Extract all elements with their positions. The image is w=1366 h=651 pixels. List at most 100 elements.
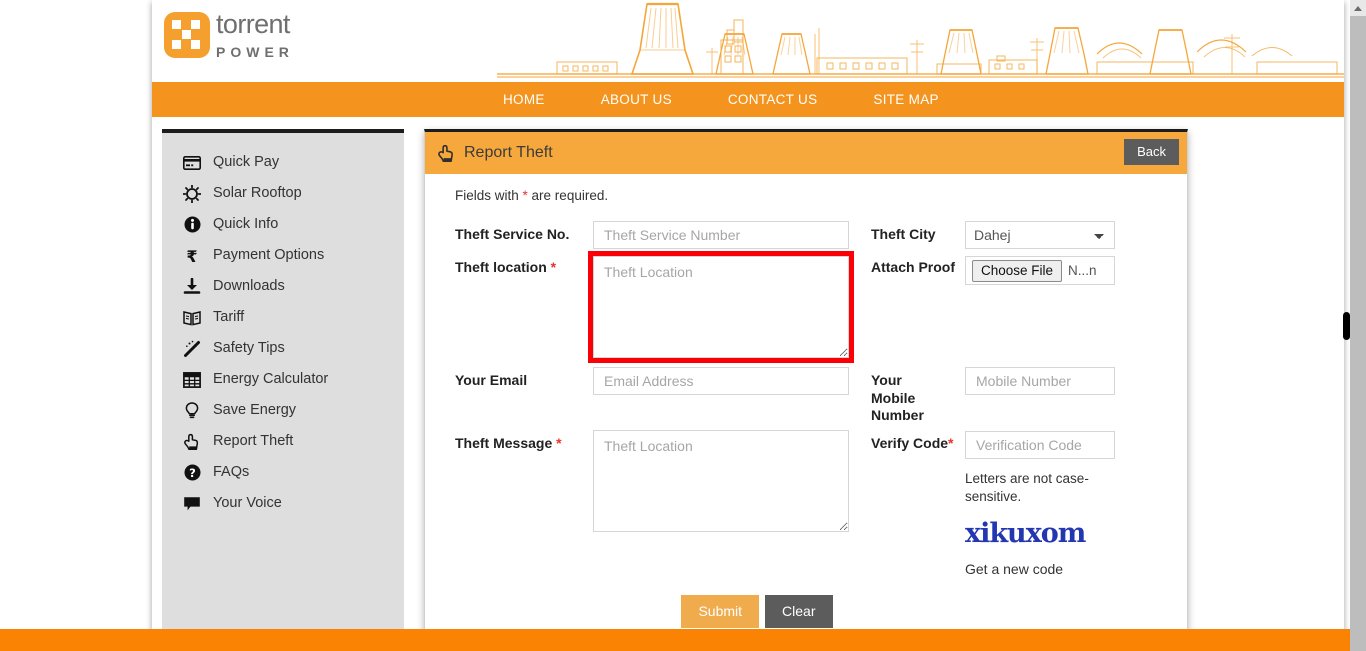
- nav-item-home[interactable]: HOME: [497, 92, 573, 107]
- label-theft-service-no: Theft Service No.: [455, 226, 570, 242]
- main-column: Report Theft Back Fields with * are requ…: [404, 129, 1338, 651]
- credit-card-icon: [182, 153, 202, 173]
- label-theft-location: Theft location *: [433, 249, 593, 363]
- pointing-hand-icon: [437, 144, 456, 163]
- required-star: *: [948, 434, 954, 451]
- label-your-email: Your Email: [455, 372, 528, 388]
- required-star: *: [556, 434, 562, 451]
- sidebar-item-report-theft[interactable]: Report Theft: [162, 426, 404, 457]
- main-navigation: HOME ABOUT US CONTACT US SITE MAP: [152, 82, 1344, 117]
- back-button[interactable]: Back: [1124, 139, 1179, 165]
- sidebar-label: Downloads: [213, 277, 285, 294]
- nav-item-contact-us[interactable]: CONTACT US: [700, 92, 846, 107]
- verify-code-input[interactable]: [965, 430, 1115, 459]
- scroll-up-arrow-icon[interactable]: [1350, 0, 1366, 16]
- sidebar-label: Report Theft: [213, 432, 294, 449]
- sidebar-label: Quick Info: [213, 215, 279, 232]
- power-plant-banner-illustration: [497, 0, 1344, 82]
- sidebar-item-downloads[interactable]: Downloads: [162, 271, 404, 302]
- get-new-code-link[interactable]: Get a new code: [965, 561, 1167, 577]
- nav-item-site-map[interactable]: SITE MAP: [845, 92, 966, 107]
- label-verify-code: Verify Code*: [849, 425, 965, 577]
- clear-button[interactable]: Clear: [765, 594, 833, 628]
- logo-wordmark-primary: torrent: [216, 9, 290, 39]
- form-actions: Submit Clear: [433, 594, 1167, 628]
- sun-icon: [182, 184, 202, 204]
- sidebar-item-faqs[interactable]: ? FAQs: [162, 457, 404, 488]
- table-grid-icon: [182, 370, 202, 390]
- report-theft-panel: Report Theft Back Fields with * are requ…: [424, 129, 1188, 651]
- page-scrollbar[interactable]: [1350, 0, 1366, 651]
- text-cursor-marker: [1343, 312, 1350, 340]
- sidebar-item-energy-calculator[interactable]: Energy Calculator: [162, 364, 404, 395]
- sidebar-label: FAQs: [213, 463, 250, 480]
- report-theft-form: Theft Service No. Theft City Dahej: [433, 219, 1167, 577]
- question-circle-icon: ?: [182, 463, 202, 483]
- sidebar-label: Your Voice: [213, 494, 282, 511]
- your-mobile-number-input[interactable]: [965, 367, 1115, 395]
- site-header: torrent POWER: [152, 0, 1344, 82]
- theft-city-select[interactable]: Dahej: [965, 221, 1115, 249]
- required-note-post: are required.: [527, 188, 609, 203]
- speech-bubble-icon: [182, 494, 202, 514]
- attach-proof-file-input[interactable]: Choose File N...n: [965, 256, 1115, 285]
- required-fields-note: Fields with * are required.: [433, 188, 1167, 203]
- sidebar-item-your-voice[interactable]: Your Voice: [162, 488, 404, 519]
- sidebar-label: Solar Rooftop: [213, 184, 302, 201]
- svg-text:₹: ₹: [186, 247, 197, 265]
- sidebar-item-solar-rooftop[interactable]: Solar Rooftop: [162, 178, 404, 209]
- label-theft-message: Theft Message *: [433, 425, 593, 577]
- required-note-pre: Fields with: [455, 188, 523, 203]
- panel-body: Fields with * are required. Theft Servic…: [425, 174, 1187, 650]
- sidebar-label: Quick Pay: [213, 153, 280, 170]
- browser-viewport: torrent POWER HOME ABOUT US CONTACT US S…: [0, 0, 1366, 651]
- footer-accent-bar: [0, 629, 1366, 651]
- scrollbar-track[interactable]: [1350, 16, 1366, 651]
- sidebar-item-tariff[interactable]: Tariff: [162, 302, 404, 333]
- content-area: Quick Pay Solar Rooftop Quick Info ₹ Pay…: [152, 117, 1344, 651]
- label-attach-proof: Attach Proof: [871, 259, 955, 275]
- theft-service-no-input[interactable]: [593, 221, 849, 249]
- label-text: Theft Message: [455, 434, 557, 451]
- label-text: Verify Code: [871, 434, 949, 451]
- sidebar-label: Safety Tips: [213, 339, 285, 356]
- book-icon: [182, 308, 202, 328]
- lightbulb-icon: [182, 401, 202, 421]
- sidebar-item-quick-pay[interactable]: Quick Pay: [162, 147, 404, 178]
- magic-wand-icon: [182, 339, 202, 359]
- site-logo[interactable]: torrent POWER: [164, 11, 294, 59]
- nav-item-about-us[interactable]: ABOUT US: [573, 92, 700, 107]
- your-email-input[interactable]: [593, 367, 849, 395]
- sidebar-label: Payment Options: [213, 246, 325, 263]
- logo-wordmark-secondary: POWER: [216, 44, 294, 60]
- page-title: Report Theft: [464, 144, 553, 161]
- sidebar-item-payment-options[interactable]: ₹ Payment Options: [162, 240, 404, 271]
- rupee-icon: ₹: [182, 246, 202, 266]
- attached-file-name: N...n: [1068, 263, 1097, 278]
- choose-file-button[interactable]: Choose File: [972, 259, 1063, 282]
- pointing-hand-icon: [182, 432, 202, 452]
- theft-message-textarea[interactable]: [593, 429, 849, 532]
- sidebar-label: Save Energy: [213, 401, 297, 418]
- torrent-logo-mark-icon: [164, 12, 210, 58]
- label-your-mobile-number: Your Mobile Number: [871, 372, 924, 423]
- label-theft-city: Theft City: [871, 226, 936, 242]
- svg-text:?: ?: [189, 466, 196, 480]
- required-star: *: [550, 259, 557, 275]
- theft-location-highlight-box: [588, 251, 854, 363]
- sidebar-item-quick-info[interactable]: Quick Info: [162, 209, 404, 240]
- info-icon: [182, 215, 202, 235]
- sidebar-menu: Quick Pay Solar Rooftop Quick Info ₹ Pay…: [162, 129, 404, 651]
- sidebar-label: Energy Calculator: [213, 370, 329, 387]
- captcha-image: xikuxom: [965, 517, 1086, 549]
- panel-header: Report Theft Back: [425, 132, 1187, 174]
- page-container: torrent POWER HOME ABOUT US CONTACT US S…: [152, 0, 1344, 651]
- submit-button[interactable]: Submit: [681, 594, 760, 628]
- sidebar-item-save-energy[interactable]: Save Energy: [162, 395, 404, 426]
- download-icon: [182, 277, 202, 297]
- sidebar-label: Tariff: [213, 308, 245, 325]
- theft-location-textarea[interactable]: [593, 256, 849, 358]
- captcha-hint: Letters are not case-sensitive.: [965, 470, 1089, 504]
- sidebar-item-safety-tips[interactable]: Safety Tips: [162, 333, 404, 364]
- label-text: Theft location: [455, 259, 551, 275]
